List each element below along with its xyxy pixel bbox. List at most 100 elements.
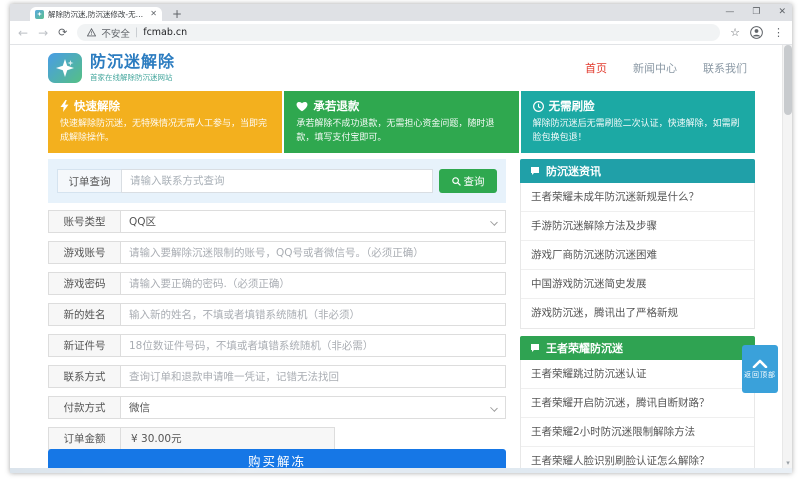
order-amount-value: ¥ 30.00元: [120, 427, 335, 450]
browser-tab[interactable]: 解除防沉迷,防沉迷修改-无需二次 ✕: [30, 7, 162, 21]
field-label: 新证件号: [48, 334, 120, 357]
form-row: 新证件号: [48, 334, 506, 357]
game-password-input[interactable]: [120, 272, 506, 295]
window-minimize-icon[interactable]: —: [725, 7, 734, 17]
chevron-down-icon: [490, 404, 498, 412]
logo-icon: [48, 53, 82, 83]
speech-bubble-icon: [530, 343, 540, 353]
tab-close-icon[interactable]: ✕: [150, 10, 157, 18]
panel-header: 防沉迷资讯: [520, 159, 755, 183]
panel-header: 王者荣耀防沉迷: [520, 336, 755, 360]
form-row: 游戏账号: [48, 241, 506, 264]
form-row: 订单金额 ¥ 30.00元: [48, 427, 506, 450]
browser-toolbar: ← → ⟳ 不安全 | fcmab.cn ☆ ⋮: [10, 21, 792, 45]
news-link[interactable]: 王者荣耀开启防沉迷，腾讯自断财路？: [521, 389, 754, 418]
profile-avatar-icon[interactable]: [750, 26, 763, 39]
field-label: 游戏密码: [48, 272, 120, 295]
banner-title: 承若退款: [313, 98, 359, 114]
scrollbar-down-arrow[interactable]: ▾: [783, 459, 792, 467]
browser-window: 解除防沉迷,防沉迷修改-无需二次 ✕ + — ❐ ✕ ← → ⟳ 不安全 | f…: [10, 4, 792, 473]
feature-banners: 快速解除 快速解除防沉迷，无特殊情况无需人工参与，当即完成解除操作。 承若退款 …: [48, 91, 755, 153]
forward-icon[interactable]: →: [38, 27, 48, 39]
banner-fast-removal: 快速解除 快速解除防沉迷，无特殊情况无需人工参与，当即完成解除操作。: [48, 91, 282, 153]
new-name-input[interactable]: [120, 303, 506, 326]
heart-icon: [296, 101, 308, 112]
news-link[interactable]: 游戏防沉迷，腾讯出了严格新规: [521, 299, 754, 328]
bookmark-star-icon[interactable]: ☆: [730, 27, 740, 38]
sidebar: 防沉迷资讯 王者荣耀未成年防沉迷新规是什么？ 手游防沉迷解除方法及步骤 游戏厂商…: [520, 159, 755, 468]
banner-title: 无需刷脸: [549, 98, 595, 114]
form-row: 付款方式 微信: [48, 396, 506, 419]
speech-bubble-icon: [530, 166, 540, 176]
window-bottom-edge: [10, 468, 792, 473]
nav-news[interactable]: 新闻中心: [633, 60, 677, 76]
form-row: 联系方式: [48, 365, 506, 388]
banner-desc: 承若解除不成功退款，无需担心资金问题，随时退款，填写支付宝即可。: [296, 118, 506, 146]
tab-bar: 解除防沉迷,防沉迷修改-无需二次 ✕ + — ❐ ✕: [10, 4, 792, 21]
site-title: 防沉迷解除: [90, 53, 175, 71]
form-row: 游戏密码: [48, 272, 506, 295]
scrollbar-thumb[interactable]: [784, 45, 792, 115]
security-label: 不安全: [101, 26, 130, 40]
field-label: 付款方式: [48, 396, 120, 419]
favicon: [35, 10, 44, 19]
order-query-label: 订单查询: [57, 169, 121, 193]
unlock-form: 账号类型 QQ区 游戏账号 游戏密码 新的姓名 新证件号: [48, 210, 506, 458]
back-to-top-label: 返回顶部: [744, 370, 776, 380]
clock-icon: [533, 101, 544, 112]
form-row: 新的姓名: [48, 303, 506, 326]
page-scrollbar[interactable]: ▾: [782, 45, 792, 468]
buy-unlock-button[interactable]: 购买解冻: [48, 449, 506, 468]
payment-method-select[interactable]: 微信: [120, 396, 506, 419]
news-link[interactable]: 中国游戏防沉迷简史发展: [521, 270, 754, 299]
form-row: 账号类型 QQ区: [48, 210, 506, 233]
contact-input[interactable]: [120, 365, 506, 388]
banner-desc: 快速解除防沉迷，无特殊情况无需人工参与，当即完成解除操作。: [60, 118, 270, 146]
back-to-top-button[interactable]: 返回顶部: [742, 345, 778, 393]
field-label: 新的姓名: [48, 303, 120, 326]
nav-home[interactable]: 首页: [585, 60, 607, 76]
field-label: 账号类型: [48, 210, 120, 233]
warning-icon: [87, 28, 96, 37]
news-link[interactable]: 王者荣耀人脸识别刷脸认证怎么解除？: [521, 447, 754, 468]
tab-title: 解除防沉迷,防沉迷修改-无需二次: [48, 9, 146, 20]
menu-dots-icon[interactable]: ⋮: [773, 27, 784, 38]
game-account-input[interactable]: [120, 241, 506, 264]
omnibox-separator: |: [135, 27, 138, 38]
url-text: fcmab.cn: [143, 27, 187, 38]
news-link[interactable]: 王者荣耀跳过防沉迷认证: [521, 360, 754, 389]
field-label: 联系方式: [48, 365, 120, 388]
site-subtitle: 首家在线解除防沉迷网站: [90, 72, 175, 83]
site-logo[interactable]: 防沉迷解除 首家在线解除防沉迷网站: [48, 53, 175, 83]
banner-no-face-scan: 无需刷脸 解除防沉迷后无需刷脸二次认证，快速解除，如需刷脸包换包退！: [521, 91, 755, 153]
site-header: 防沉迷解除 首家在线解除防沉迷网站 首页 新闻中心 联系我们: [48, 47, 747, 89]
main-nav: 首页 新闻中心 联系我们: [585, 60, 747, 76]
news-link[interactable]: 游戏厂商防沉迷防沉迷困难: [521, 241, 754, 270]
order-query-panel: 订单查询 查询: [48, 159, 506, 203]
field-label: 订单金额: [48, 427, 120, 450]
back-icon[interactable]: ←: [18, 27, 28, 39]
lightning-icon: [60, 100, 69, 112]
banner-desc: 解除防沉迷后无需刷脸二次认证，快速解除，如需刷脸包换包退！: [533, 118, 743, 146]
banner-refund-promise: 承若退款 承若解除不成功退款，无需担心资金问题，随时退款，填写支付宝即可。: [284, 91, 518, 153]
field-label: 游戏账号: [48, 241, 120, 264]
new-tab-button[interactable]: +: [172, 7, 182, 21]
chevron-down-icon: [490, 218, 498, 226]
address-bar[interactable]: 不安全 | fcmab.cn: [77, 24, 720, 41]
reload-icon[interactable]: ⟳: [58, 27, 67, 38]
search-icon: [452, 177, 461, 186]
news-link[interactable]: 王者荣耀未成年防沉迷新规是什么？: [521, 183, 754, 212]
banner-title: 快速解除: [74, 98, 120, 114]
news-link[interactable]: 手游防沉迷解除方法及步骤: [521, 212, 754, 241]
web-page: 防沉迷解除 首家在线解除防沉迷网站 首页 新闻中心 联系我们 快速解除 快速解除…: [10, 45, 792, 468]
news-panel-honor-of-kings: 王者荣耀防沉迷 王者荣耀跳过防沉迷认证 王者荣耀开启防沉迷，腾讯自断财路？ 王者…: [520, 336, 755, 468]
new-id-number-input[interactable]: [120, 334, 506, 357]
news-link[interactable]: 王者荣耀2小时防沉迷限制解除方法: [521, 418, 754, 447]
order-query-input[interactable]: [121, 169, 433, 193]
account-type-select[interactable]: QQ区: [120, 210, 506, 233]
query-button[interactable]: 查询: [439, 169, 497, 193]
window-close-icon[interactable]: ✕: [778, 7, 786, 17]
chevron-up-icon: [752, 359, 768, 368]
nav-contact[interactable]: 联系我们: [703, 60, 747, 76]
window-restore-icon[interactable]: ❐: [752, 7, 760, 17]
